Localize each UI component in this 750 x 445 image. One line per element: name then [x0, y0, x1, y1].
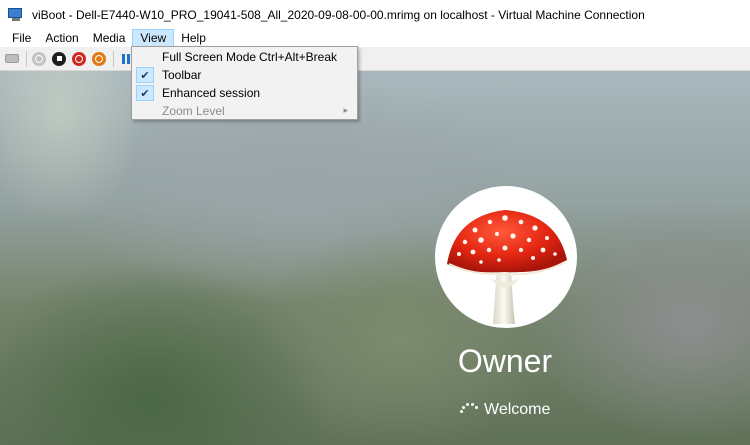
menu-help[interactable]: Help — [174, 29, 213, 47]
toolbar — [0, 47, 750, 71]
menu-item-toolbar[interactable]: ✔ Toolbar — [133, 66, 356, 84]
menu-action[interactable]: Action — [38, 29, 85, 47]
save-button[interactable] — [91, 51, 107, 67]
submenu-arrow-icon: ▸ — [343, 106, 348, 116]
pause-icon — [122, 53, 130, 64]
toolbar-separator — [113, 50, 114, 67]
ctrl-alt-del-icon — [5, 54, 19, 63]
title-bar: viBoot - Dell-E7440-W10_PRO_19041-508_Al… — [0, 0, 750, 30]
welcome-status: Welcome — [456, 399, 550, 421]
menu-item-enhanced-session[interactable]: ✔ Enhanced session — [133, 84, 356, 102]
view-menu-dropdown: Full Screen Mode Ctrl+Alt+Break ✔ Toolba… — [131, 46, 358, 120]
menu-view[interactable]: View — [132, 29, 175, 47]
menu-item-label: Enhanced session — [162, 86, 261, 100]
menu-bar: File Action Media View Help — [0, 29, 750, 47]
shut-down-icon — [72, 51, 86, 66]
welcome-text: Welcome — [484, 401, 551, 418]
turn-off-button[interactable] — [51, 51, 67, 67]
ctrl-alt-del-button[interactable] — [4, 51, 20, 67]
menu-media[interactable]: Media — [86, 29, 133, 47]
save-icon — [92, 51, 106, 66]
user-name: Owner — [457, 343, 553, 379]
turn-off-icon — [52, 51, 66, 66]
menu-item-label: Zoom Level — [162, 104, 225, 118]
fly-agaric-mushroom-icon — [447, 210, 567, 324]
menu-item-label: Full Screen Mode — [162, 50, 257, 64]
vm-display[interactable]: Owner Welcome — [0, 71, 750, 445]
menu-item-shortcut: Ctrl+Alt+Break — [259, 50, 338, 64]
window-title: viBoot - Dell-E7440-W10_PRO_19041-508_Al… — [32, 8, 645, 22]
user-avatar — [435, 186, 577, 328]
start-button[interactable] — [31, 51, 47, 67]
menu-item-label: Toolbar — [162, 68, 202, 82]
menu-item-zoom-level: Zoom Level ▸ — [133, 102, 356, 120]
toolbar-separator — [26, 50, 27, 67]
checkmark-icon: ✔ — [136, 85, 154, 101]
checkmark-icon: ✔ — [136, 67, 154, 83]
shut-down-button[interactable] — [71, 51, 87, 67]
menu-item-full-screen-mode[interactable]: Full Screen Mode Ctrl+Alt+Break — [133, 48, 356, 66]
loading-spinner-icon — [456, 400, 480, 420]
start-icon — [32, 51, 46, 66]
menu-file[interactable]: File — [5, 29, 38, 47]
vm-connection-app-icon — [8, 8, 24, 22]
